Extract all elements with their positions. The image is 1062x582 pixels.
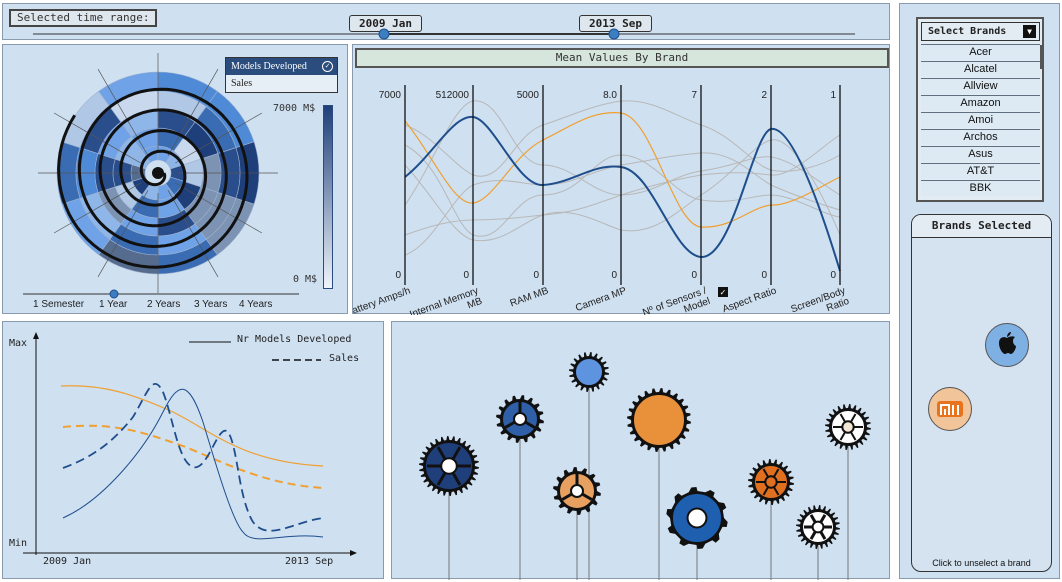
legend-min-label: 0 M$ bbox=[293, 274, 318, 285]
brand-gear-glyphs bbox=[419, 352, 871, 580]
blue-solid-line[interactable] bbox=[62, 388, 324, 540]
brand-list-item[interactable]: Amoi bbox=[921, 112, 1040, 128]
slider-label-1year: 1 Year bbox=[99, 299, 128, 310]
timeline-panel: Selected time range: 2009 Jan 2013 Sep bbox=[2, 3, 890, 40]
axis-title: Internal MemoryMB bbox=[408, 285, 484, 315]
brand-list-item[interactable]: Asus bbox=[921, 146, 1040, 162]
brand-gear-icon[interactable] bbox=[666, 487, 728, 549]
axis-min-label: 0 bbox=[611, 270, 617, 281]
slider-label-semester: 1 Semester bbox=[33, 299, 85, 310]
orange-dashed-line[interactable] bbox=[62, 424, 324, 489]
check-circle-icon: ✓ bbox=[322, 61, 333, 72]
brand-line-gray[interactable] bbox=[404, 144, 841, 237]
brand-gear-icon[interactable] bbox=[553, 467, 601, 515]
x-axis-end-label: 2013 Sep bbox=[285, 556, 334, 567]
unselect-hint: Click to unselect a brand bbox=[932, 558, 1031, 568]
legend-dashed-label: Sales bbox=[329, 353, 360, 364]
brand-gear-icon[interactable] bbox=[796, 505, 840, 549]
spiral-panel: Models Developed ✓ Sales 7000 M$ 0 M$ 1 … bbox=[2, 44, 348, 314]
brand-gear-icon[interactable] bbox=[748, 459, 794, 505]
axis-min-label: 0 bbox=[463, 270, 469, 281]
brands-sidebar: Select Brands ▼ Acer Alcatel Allview Amazon… bbox=[899, 3, 1060, 579]
brands-selected-title: Brands Selected bbox=[912, 215, 1051, 238]
axis-max-label: 7 bbox=[691, 90, 697, 101]
svg-text:✓: ✓ bbox=[720, 288, 727, 297]
axis-max-label: 7000 bbox=[379, 90, 402, 101]
axis-title: Aspect Ratio bbox=[721, 285, 778, 315]
parallel-coordinates-chart: 70000Battery Amps/h5120000Internal Memor… bbox=[353, 85, 851, 315]
brand-list-item[interactable]: Alcatel bbox=[921, 61, 1040, 77]
brand-selector-box: Select Brands ▼ Acer Alcatel Allview Amazon… bbox=[916, 17, 1044, 202]
color-legend-bar bbox=[323, 105, 333, 289]
chevron-down-icon: ▼ bbox=[1023, 25, 1036, 38]
time-range-slider[interactable] bbox=[3, 4, 891, 41]
axis-min-label: 0 bbox=[830, 270, 836, 281]
legend-max-label: 7000 M$ bbox=[273, 103, 316, 114]
legend-solid-label: Nr Models Developed bbox=[237, 334, 352, 345]
slider-label-2years: 2 Years bbox=[147, 299, 181, 310]
sensors-info-icon[interactable]: ✓ bbox=[718, 287, 728, 297]
brand-gear-icon[interactable] bbox=[627, 388, 691, 452]
brand-list-item[interactable]: Acer bbox=[921, 44, 1040, 60]
axis-max-label: 8.0 bbox=[603, 90, 617, 101]
brand-gear-icon[interactable] bbox=[569, 352, 609, 392]
dropdown-option-sales[interactable]: Sales bbox=[226, 75, 337, 92]
line-chart-panel: Nr Models Developed Sales Max Min 2009 J… bbox=[2, 321, 384, 579]
range-start-handle[interactable] bbox=[378, 28, 390, 40]
axis-title: Nº of Sensors /Model bbox=[641, 285, 712, 315]
brand-list-item[interactable]: Allview bbox=[921, 78, 1040, 94]
axis-max-label: 1 bbox=[830, 90, 836, 101]
select-brands-dropdown[interactable]: Select Brands ▼ bbox=[921, 22, 1040, 41]
axis-min-label: 0 bbox=[761, 270, 767, 281]
axis-title: Screen/BodyRatio bbox=[789, 285, 851, 315]
xiaomi-icon[interactable] bbox=[928, 387, 972, 431]
axis-title: Battery Amps/h bbox=[353, 285, 412, 315]
spiral-center bbox=[152, 167, 164, 179]
axis-max-label: 512000 bbox=[436, 90, 470, 101]
dropdown-selected-label: Models Developed bbox=[231, 61, 307, 72]
axis-title: Camera MP bbox=[574, 285, 628, 314]
brand-list-scrollbar[interactable] bbox=[1040, 45, 1043, 69]
axis-min-label: 0 bbox=[533, 270, 539, 281]
axis-min-label: 0 bbox=[691, 270, 697, 281]
measure-dropdown[interactable]: Models Developed ✓ Sales bbox=[225, 57, 338, 93]
brand-list-item[interactable]: BBK bbox=[921, 180, 1040, 196]
slider-label-4years: 4 Years bbox=[239, 299, 273, 310]
gear-glyph-panel bbox=[391, 321, 890, 580]
select-brands-label: Select Brands bbox=[928, 26, 1007, 37]
granularity-slider-handle[interactable] bbox=[109, 289, 119, 299]
axis-title: RAM MB bbox=[509, 285, 551, 309]
parallel-coordinates-panel: Mean Values By Brand 7000 0 Battery Amps/h… bbox=[352, 44, 890, 315]
slider-label-3years: 3 Years bbox=[194, 299, 228, 310]
axis-min-label: 0 bbox=[395, 270, 401, 281]
axis-max-label: 5000 bbox=[517, 90, 540, 101]
axis-max-label: 2 bbox=[761, 90, 767, 101]
brand-gear-icon[interactable] bbox=[419, 436, 479, 496]
brand-list-item[interactable]: Archos bbox=[921, 129, 1040, 145]
brand-gear-icon[interactable] bbox=[496, 395, 544, 443]
apple-icon[interactable] bbox=[985, 323, 1029, 367]
models-sales-line-chart bbox=[23, 332, 357, 556]
blue-dashed-line[interactable] bbox=[62, 383, 324, 532]
range-end-handle[interactable] bbox=[608, 28, 620, 40]
dropdown-selected-option[interactable]: Models Developed ✓ bbox=[226, 58, 337, 75]
brand-list-item[interactable]: Amazon bbox=[921, 95, 1040, 111]
y-axis-min-label: Min bbox=[9, 538, 28, 549]
brand-line-gray[interactable] bbox=[404, 134, 841, 236]
brands-selected-box: Brands Selected Click to unselect a bran… bbox=[911, 214, 1052, 572]
brand-list-item[interactable]: AT&T bbox=[921, 163, 1040, 179]
brand-gear-icon[interactable] bbox=[825, 404, 871, 450]
y-axis-max-label: Max bbox=[9, 338, 28, 349]
x-axis-start-label: 2009 Jan bbox=[43, 556, 92, 567]
